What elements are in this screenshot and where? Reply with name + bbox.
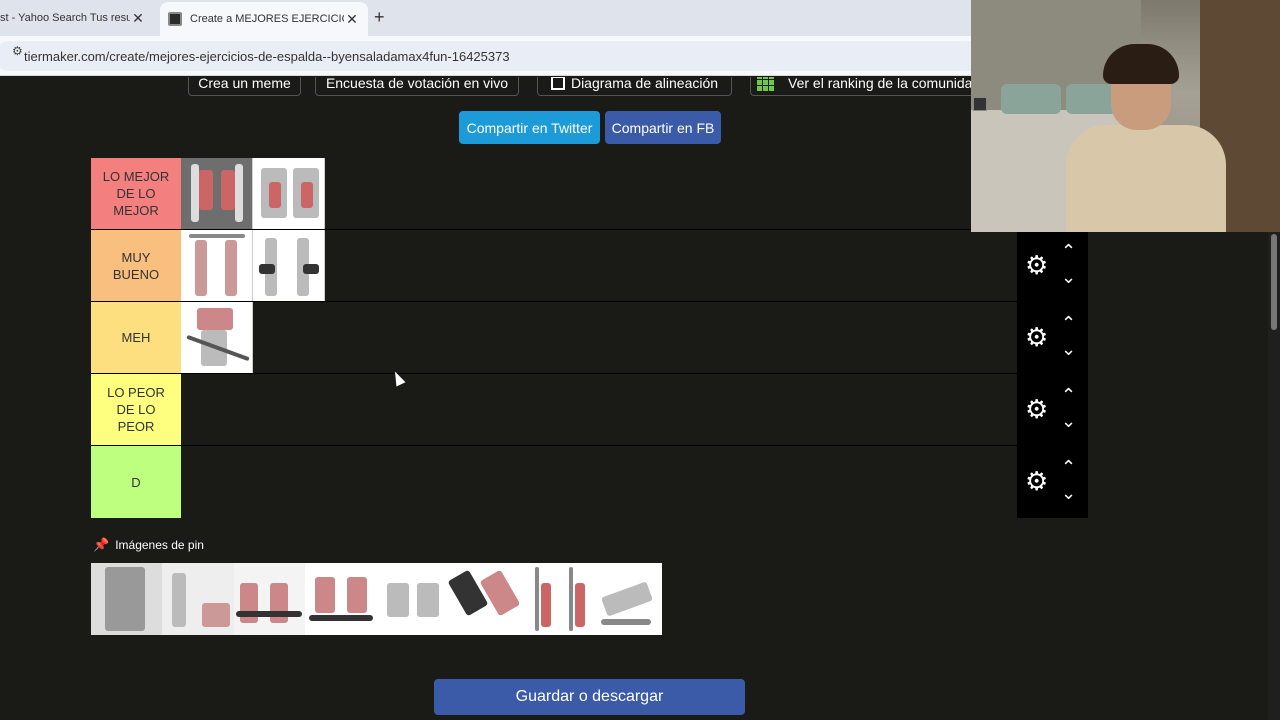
- tier-label[interactable]: MEH: [91, 302, 181, 373]
- pin-images-heading: 📌 Imágenes de pin: [93, 537, 204, 553]
- tier-row: LO MEJOR DE LO MEJOR: [91, 158, 1088, 230]
- alignment-icon: [550, 77, 565, 90]
- tier-controls: ⚙ ⌃ ⌄: [1017, 446, 1088, 518]
- tier-items: [181, 302, 253, 373]
- alignment-chart-button[interactable]: Diagrama de alineación: [537, 77, 732, 96]
- tier-row: LO PEOR DE LO PEOR ⚙ ⌃ ⌄: [91, 374, 1088, 446]
- pool-image[interactable]: [519, 563, 591, 635]
- tier-settings-gear-icon[interactable]: ⚙: [1025, 324, 1048, 350]
- scrollbar-thumb[interactable]: [1271, 234, 1277, 330]
- exercise-image-pullup[interactable]: [181, 158, 253, 229]
- url-input[interactable]: tiermaker.com/create/mejores-ejercicios-…: [0, 41, 984, 71]
- tab-yahoo-search[interactable]: st - Yahoo Search Tus resu ✕: [0, 4, 154, 32]
- tier-items: [181, 158, 325, 229]
- tier-settings-gear-icon[interactable]: ⚙: [1025, 252, 1048, 278]
- tier-settings-gear-icon[interactable]: ⚙: [1025, 396, 1048, 422]
- url-text: tiermaker.com/create/mejores-ejercicios-…: [24, 48, 510, 64]
- move-tier-down-chevron-icon[interactable]: ⌄: [1061, 268, 1076, 286]
- tier-controls: ⚙ ⌃ ⌄: [1017, 374, 1088, 446]
- site-info-icon[interactable]: ⚙: [12, 44, 26, 58]
- pool-image[interactable]: [590, 563, 662, 635]
- share-twitter-label: Compartir en Twitter: [466, 119, 593, 136]
- create-meme-button[interactable]: Crea un meme: [188, 77, 301, 96]
- live-poll-label: Encuesta de votación en vivo: [325, 77, 509, 91]
- share-facebook-label: Compartir en FB: [611, 119, 715, 136]
- community-ranking-icon: [757, 77, 774, 91]
- new-tab-button[interactable]: +: [374, 7, 385, 28]
- tier-label[interactable]: LO PEOR DE LO PEOR: [91, 374, 181, 445]
- tier-row: MUY BUENO ⚙ ⌃ ⌄: [91, 230, 1088, 302]
- exercise-image-barbell-row[interactable]: [181, 302, 253, 373]
- pool-image[interactable]: [91, 563, 163, 635]
- pool-image[interactable]: [376, 563, 448, 635]
- tier-row: MEH ⚙ ⌃ ⌄: [91, 302, 1088, 374]
- exercise-image-dumbbell-row[interactable]: [253, 230, 325, 301]
- image-pool: [91, 563, 662, 635]
- create-meme-label: Crea un meme: [198, 77, 291, 91]
- tab-title: st - Yahoo Search Tus resu: [0, 12, 130, 24]
- tiermaker-favicon-icon: [168, 12, 182, 26]
- tab-title: Create a MEJORES EJERCICIOS: [190, 13, 344, 25]
- alignment-chart-label: Diagrama de alineación: [570, 77, 719, 91]
- move-tier-up-chevron-icon[interactable]: ⌃: [1061, 458, 1076, 476]
- tier-label[interactable]: LO MEJOR DE LO MEJOR: [91, 158, 181, 229]
- share-twitter-button[interactable]: Compartir en Twitter: [459, 111, 600, 144]
- community-ranking-label: Ver el ranking de la comunidad: [788, 77, 981, 91]
- tier-row: D ⚙ ⌃ ⌄: [91, 446, 1088, 518]
- exercise-image-lat-pulldown[interactable]: [253, 158, 325, 229]
- exercise-image-hanging[interactable]: [181, 230, 253, 301]
- move-tier-up-chevron-icon[interactable]: ⌃: [1061, 386, 1076, 404]
- pool-image[interactable]: [162, 563, 234, 635]
- tab-tiermaker[interactable]: Create a MEJORES EJERCICIOS ✕: [160, 2, 368, 36]
- tier-settings-gear-icon[interactable]: ⚙: [1025, 468, 1048, 494]
- move-tier-up-chevron-icon[interactable]: ⌃: [1061, 314, 1076, 332]
- page-scrollbar[interactable]: [1268, 232, 1280, 720]
- pin-icon: 📌: [93, 537, 110, 552]
- pool-image[interactable]: [305, 563, 377, 635]
- pool-image[interactable]: [233, 563, 306, 635]
- close-tab-icon[interactable]: ✕: [130, 10, 146, 27]
- move-tier-down-chevron-icon[interactable]: ⌄: [1061, 484, 1076, 502]
- save-or-download-label: Guardar o descargar: [515, 688, 664, 705]
- community-ranking-button[interactable]: Ver el ranking de la comunidad: [750, 77, 990, 96]
- pool-image[interactable]: [447, 563, 520, 635]
- tier-label[interactable]: D: [91, 446, 181, 518]
- move-tier-down-chevron-icon[interactable]: ⌄: [1061, 412, 1076, 430]
- webcam-overlay: [971, 0, 1280, 232]
- close-tab-icon[interactable]: ✕: [344, 11, 360, 28]
- pin-images-title: Imágenes de pin: [115, 538, 204, 552]
- save-or-download-button[interactable]: Guardar o descargar: [434, 679, 745, 715]
- share-facebook-button[interactable]: Compartir en FB: [605, 111, 721, 144]
- live-poll-button[interactable]: Encuesta de votación en vivo: [315, 77, 519, 96]
- move-tier-down-chevron-icon[interactable]: ⌄: [1061, 340, 1076, 358]
- tier-items: [181, 230, 325, 301]
- tier-label[interactable]: MUY BUENO: [91, 230, 181, 301]
- tier-controls: ⚙ ⌃ ⌄: [1017, 230, 1088, 302]
- picture-in-picture-icon[interactable]: [973, 97, 987, 111]
- tier-controls: ⚙ ⌃ ⌄: [1017, 302, 1088, 374]
- move-tier-up-chevron-icon[interactable]: ⌃: [1061, 242, 1076, 260]
